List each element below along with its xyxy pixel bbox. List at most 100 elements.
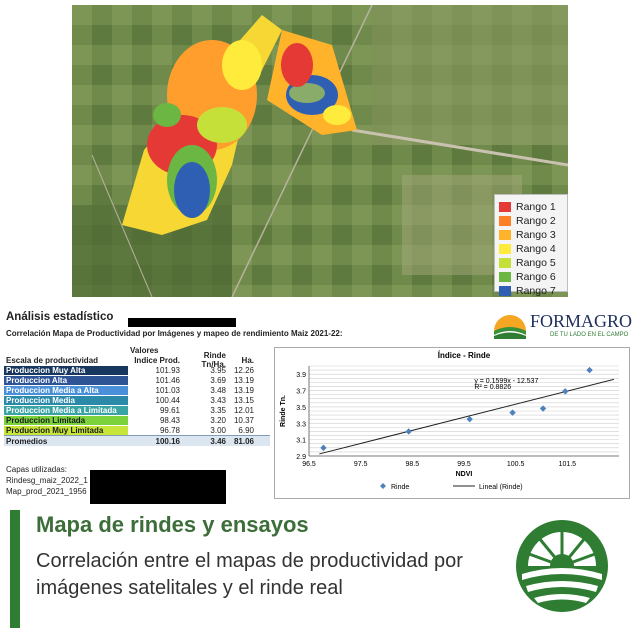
map-legend: Rango 1 Rango 2 Rango 3 Rango 4 Rango 5 … [494, 194, 568, 297]
x-tick-label: 99.5 [457, 461, 471, 468]
table-row: Produccion Media 100.44 3.43 13.15 [4, 395, 270, 405]
legend-swatch [499, 215, 511, 226]
legend-item: Rango 7 [499, 284, 563, 297]
cell: 100.16 [155, 436, 180, 446]
productivity-table: Valores Escala de productividad Indice P… [4, 345, 270, 446]
cell: 101.03 [155, 385, 180, 395]
cell: 10.37 [233, 415, 254, 425]
stats-panel: Análisis estadístico Correlación Mapa de… [0, 297, 640, 505]
cell: 101.46 [155, 375, 180, 385]
legend-item: Rango 6 [499, 270, 563, 283]
legend-label: Rango 5 [516, 256, 556, 269]
formagro-sun-icon [494, 315, 526, 339]
legend-item: Rango 4 [499, 242, 563, 255]
legend-label: Rango 7 [516, 284, 556, 297]
cell: 3.46 [210, 436, 226, 446]
scatter-chart-frame: Índice - Rinde 2.9 3.1 3.3 3.5 3.7 3.9 96.5 97.5… [274, 347, 630, 499]
column-header: Indice Prod. [134, 355, 180, 365]
table-header-row: Escala de productividad Indice Prod. Rin… [4, 351, 270, 369]
formagro-tagline: DE TU LADO EN EL CAMPO [550, 332, 629, 338]
cell: 6.90 [238, 425, 254, 435]
layer-name: Rindesg_maiz_2022_1 [6, 476, 88, 485]
legend-item: Rango 3 [499, 228, 563, 241]
accent-bar [10, 510, 20, 628]
cell: 101.93 [155, 365, 180, 375]
y-tick-label: 3.3 [296, 421, 306, 428]
caption-subtitle: Correlación entre el mapas de productivi… [36, 550, 463, 599]
x-tick-label: 97.5 [354, 461, 368, 468]
data-point [320, 444, 327, 452]
y-tick-label: 3.7 [296, 389, 306, 396]
legend-label: Lineal (Rinde) [479, 484, 523, 491]
legend-swatch [499, 229, 511, 240]
legend-item: Rango 1 [499, 200, 563, 213]
chart-title: Índice - Rinde [438, 351, 491, 360]
cell: 3.69 [210, 375, 226, 385]
x-tick-label: 98.5 [406, 461, 420, 468]
row-label: Produccion Limitada [4, 415, 128, 425]
data-point [405, 428, 412, 435]
cell: 12.01 [233, 405, 254, 415]
cell: 12.26 [233, 365, 254, 375]
r-squared: R² = 0.8826 [474, 384, 511, 391]
row-label: Produccion Muy Alta [4, 365, 128, 375]
redaction-bar [90, 470, 226, 504]
y-tick-label: 2.9 [296, 454, 306, 461]
layer-name: Map_prod_2021_1956 [6, 487, 87, 496]
x-tick-label: 96.5 [302, 461, 316, 468]
legend-label: Rango 3 [516, 228, 556, 241]
stats-subtitle: Correlación Mapa de Productividad por Im… [6, 329, 343, 338]
cell: 3.20 [210, 415, 226, 425]
cell: 3.48 [210, 385, 226, 395]
valores-label: Valores [130, 345, 159, 355]
y-tick-label: 3.9 [296, 372, 306, 379]
legend-label: Rinde [391, 484, 409, 491]
scatter-chart: Índice - Rinde 2.9 3.1 3.3 3.5 3.7 3.9 96.5 97.5… [280, 351, 619, 491]
legend-label: Rango 6 [516, 270, 556, 283]
cell: 13.15 [233, 395, 254, 405]
stats-title: Análisis estadístico [6, 311, 114, 323]
cell: Promedios [6, 436, 48, 446]
redaction-bar [128, 318, 236, 327]
legend-label: Rango 4 [516, 242, 556, 255]
legend-marker [380, 483, 386, 489]
legend-item: Rango 2 [499, 214, 563, 227]
cell: 96.78 [159, 425, 180, 435]
table-row: Produccion Limitada 98.43 3.20 10.37 [4, 415, 270, 425]
table-row: Produccion Muy Limitada 96.78 3.00 6.90 [4, 425, 270, 435]
legend-swatch [499, 201, 511, 212]
cell: 3.35 [210, 405, 226, 415]
cell: 99.61 [159, 405, 180, 415]
formagro-wordmark: FORMAGRO [530, 311, 632, 331]
legend-swatch [499, 271, 511, 282]
x-tick-label: 100.5 [507, 461, 525, 468]
table-row: Produccion Muy Alta 101.93 3.95 12.26 [4, 365, 270, 375]
cell: 98.43 [159, 415, 180, 425]
legend-swatch [499, 257, 511, 268]
caption-title: Mapa de rindes y ensayos [36, 512, 309, 537]
x-tick-label: 101.5 [559, 461, 577, 468]
cell: 13.19 [233, 375, 254, 385]
table-row: Produccion Alta 101.46 3.69 13.19 [4, 375, 270, 385]
row-label: Produccion Media a Alta [4, 385, 128, 395]
cell: 3.43 [210, 395, 226, 405]
column-header: Escala de productividad [6, 355, 99, 365]
table-body: Produccion Muy Alta 101.93 3.95 12.26 Produc… [4, 365, 270, 435]
legend-swatch [499, 243, 511, 254]
table-header-row: Valores [4, 345, 270, 355]
legend-label: Rango 2 [516, 214, 556, 227]
y-axis-label: Rinde Tn. [280, 395, 287, 427]
data-point [562, 388, 569, 395]
table-row: Produccion Media a Alta 101.03 3.48 13.19 [4, 385, 270, 395]
legend-label: Rango 1 [516, 200, 556, 213]
cell: 13.19 [233, 385, 254, 395]
cell: 3.95 [210, 365, 226, 375]
x-axis-label: NDVI [456, 471, 473, 478]
table-row-promedios: Promedios 100.16 3.46 81.06 [4, 435, 270, 446]
legend-item: Rango 5 [499, 256, 563, 269]
row-label: Produccion Muy Limitada [4, 425, 128, 435]
row-label: Produccion Media a Limitada [4, 405, 128, 415]
row-label: Produccion Media [4, 395, 128, 405]
data-point [586, 366, 593, 374]
sun-field-logo-icon [516, 520, 608, 612]
